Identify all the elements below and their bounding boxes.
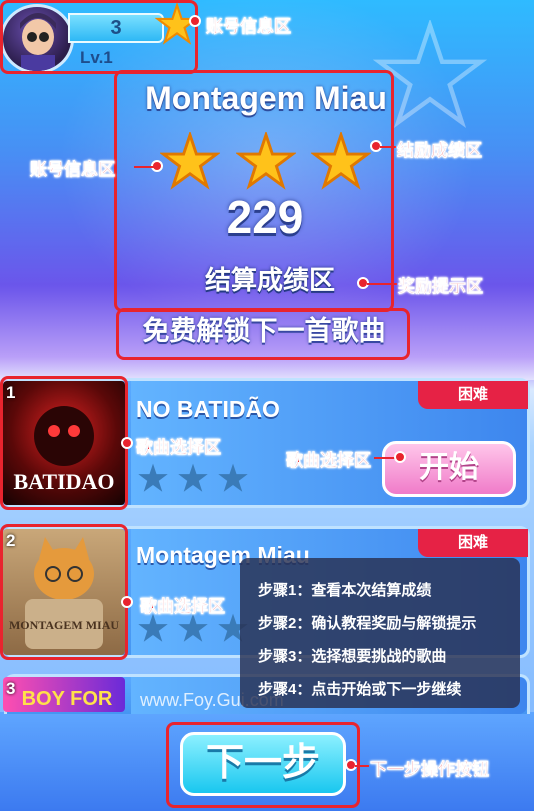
tutorial-step: 步骤4：点击开始或下一步继续 [258, 681, 462, 698]
song-index: 3 [6, 679, 16, 698]
annotation-reward-tip: 奖励提示区 [398, 277, 484, 297]
annotation-dot [394, 451, 406, 463]
annotation-next-button: 下一步操作按钮 [370, 760, 490, 780]
annotation-achievement: 结励成绩区 [397, 141, 483, 161]
annotation-dot [189, 15, 201, 27]
next-step-button[interactable]: 下一步 [180, 732, 346, 796]
empty-star-icon [218, 463, 248, 492]
annotation-dot [121, 437, 133, 449]
tutorial-steps-panel: 步骤1：查看本次结算成绩 步骤2：确认教程奖励与解锁提示 步骤3：选择想要挑战的… [240, 558, 520, 708]
tutorial-step: 步骤3：选择想要挑战的歌曲 [258, 648, 447, 665]
annotation-line [374, 457, 396, 459]
song-stars [136, 462, 250, 494]
cover-text: BOY FOR [22, 688, 113, 710]
song-select-highlight [0, 524, 128, 660]
result-label: 结算成绩区 [204, 265, 335, 295]
song-cover-art: BOY FOR [22, 688, 113, 710]
difficulty-badge: 困难 [418, 529, 528, 557]
difficulty-badge: 困难 [418, 381, 528, 409]
unlock-tip: 免费解锁下一首歌曲 [142, 316, 386, 346]
result-star-icon [311, 132, 371, 190]
result-star-icon [236, 132, 296, 190]
empty-star-icon [178, 463, 208, 492]
annotation-dot [121, 596, 133, 608]
tutorial-step: 步骤1：查看本次结算成绩 [258, 582, 432, 599]
start-button[interactable]: 开始 [382, 441, 516, 497]
annotation-line [367, 283, 397, 285]
annotation-song-select-start: 歌曲选择区 [286, 451, 372, 471]
annotation-line [355, 765, 369, 767]
annotation-line [134, 166, 154, 168]
song-cover[interactable]: BOY FOR [3, 677, 125, 712]
annotation-song-select-2: 歌曲选择区 [140, 597, 226, 617]
account-info-highlight [0, 0, 198, 74]
result-song-title: Montagem Miau [145, 80, 387, 116]
song-select-highlight [0, 376, 128, 510]
annotation-account-info-left: 账号信息区 [30, 160, 116, 180]
empty-star-icon [138, 463, 168, 492]
result-score: 229 [226, 191, 304, 243]
tutorial-step: 步骤2：确认教程奖励与解锁提示 [258, 615, 477, 632]
result-star-icon [160, 132, 220, 190]
annotation-account-info: 账号信息区 [206, 17, 292, 37]
song-title: NO BATIDÃO [136, 396, 280, 422]
annotation-line [380, 146, 396, 148]
annotation-song-select: 歌曲选择区 [136, 438, 222, 458]
